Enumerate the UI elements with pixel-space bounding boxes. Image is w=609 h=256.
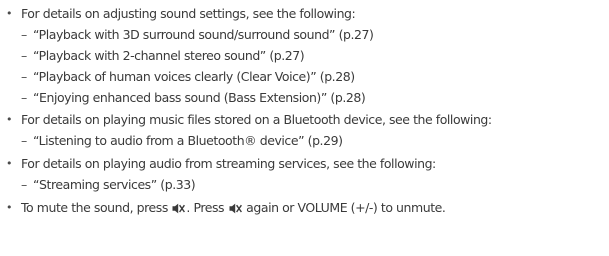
reference-link: “Playback with 3D surround sound/surroun…: [33, 27, 374, 42]
reference-link: “Playback of human voices clearly (Clear…: [33, 69, 355, 84]
reference-link: “Enjoying enhanced bass sound (Bass Exte…: [33, 90, 366, 105]
dash-marker: –: [21, 27, 27, 42]
bullet-marker: •: [6, 201, 13, 214]
bullet-text: For details on playing music files store…: [21, 112, 492, 127]
mute-icon: [172, 203, 186, 214]
dash-marker: –: [21, 177, 27, 192]
mute-text-part2: . Press: [186, 200, 228, 215]
mute-text-part1: To mute the sound, press: [21, 200, 172, 215]
mute-icon: [229, 203, 242, 214]
bullet-marker: •: [6, 157, 13, 170]
mute-text-part3: again or VOLUME (+/-) to unmute.: [242, 200, 446, 215]
mute-instruction: To mute the sound, press . Press again o…: [21, 199, 446, 217]
bullet-text: For details on playing audio from stream…: [21, 156, 436, 171]
reference-link: “Playback with 2-channel stereo sound” (…: [33, 48, 305, 63]
dash-marker: –: [21, 133, 27, 148]
dash-marker: –: [21, 90, 27, 105]
bullet-marker: •: [6, 7, 13, 20]
reference-link: “Streaming services” (p.33): [33, 177, 196, 192]
dash-marker: –: [21, 69, 27, 84]
reference-link: “Listening to audio from a Bluetooth® de…: [33, 133, 343, 148]
bullet-text: For details on adjusting sound settings,…: [21, 6, 356, 21]
dash-marker: –: [21, 48, 27, 63]
bullet-marker: •: [6, 113, 13, 126]
